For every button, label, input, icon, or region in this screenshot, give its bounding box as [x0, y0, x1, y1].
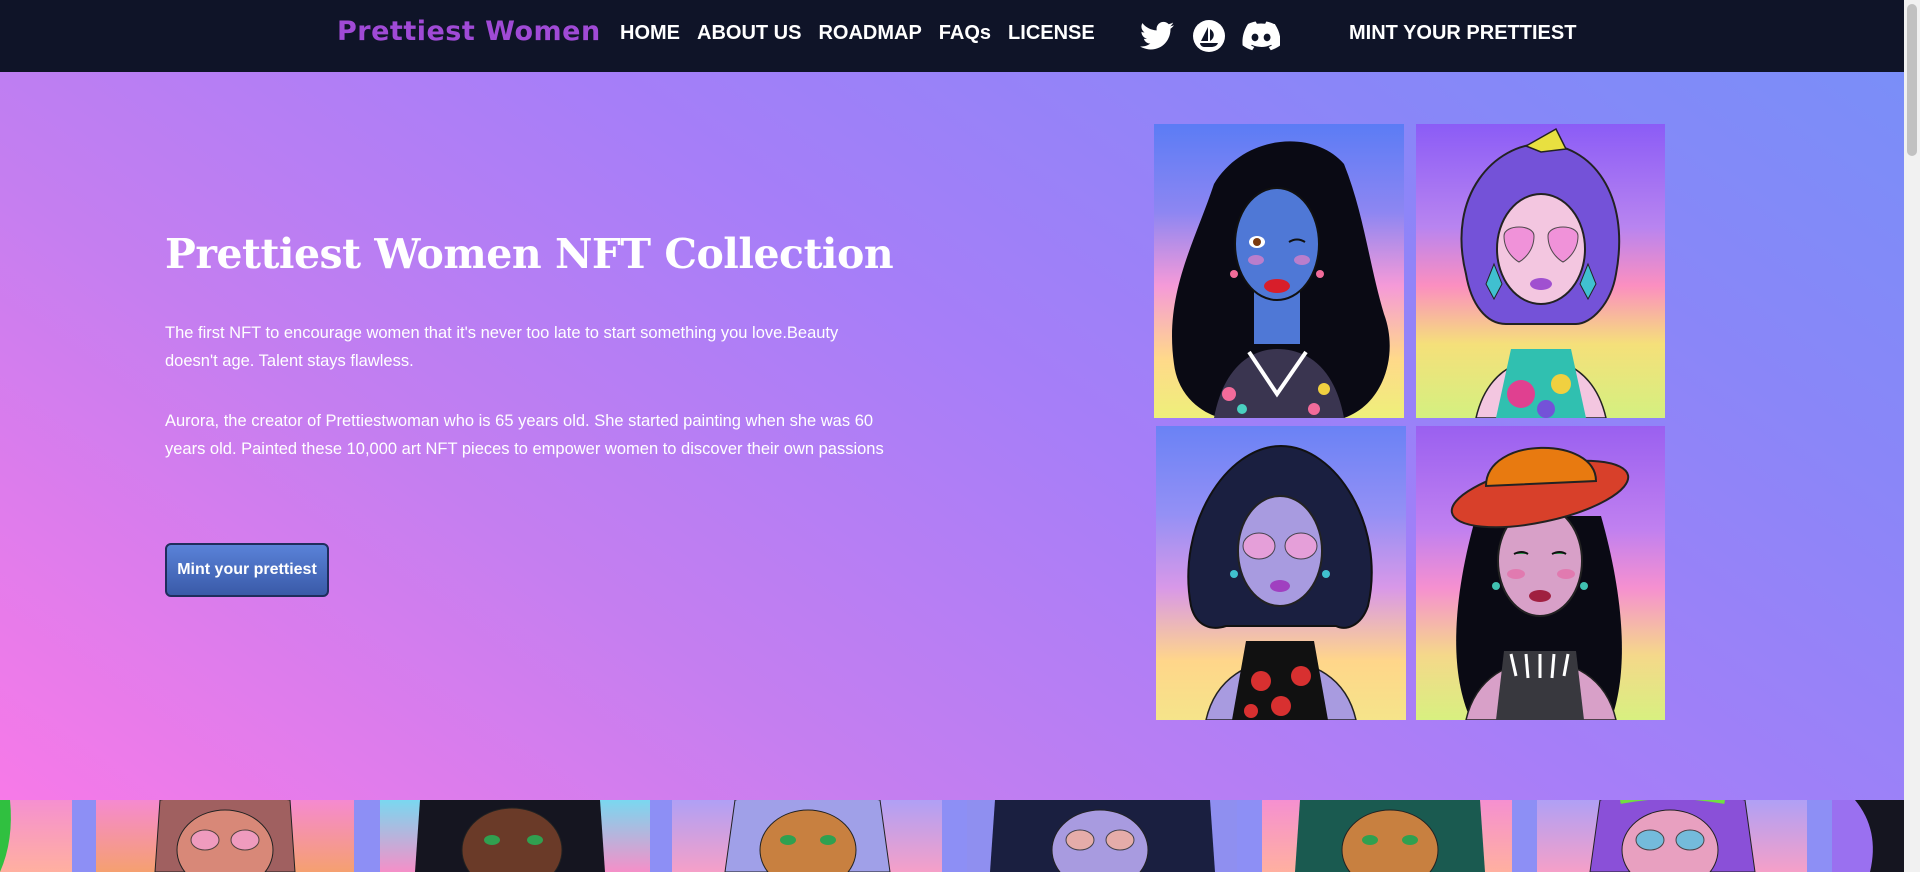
- hero-intro-text: The first NFT to encourage women that it…: [165, 324, 839, 370]
- social-links: [1138, 17, 1280, 55]
- top-nav: Prettiest Women HOME ABOUT US ROADMAP FA…: [0, 0, 1904, 72]
- opensea-icon[interactable]: [1190, 17, 1228, 55]
- nft-preview-grid: [1154, 124, 1666, 720]
- scrollbar-thumb[interactable]: [1907, 4, 1917, 156]
- nav-link-faqs[interactable]: FAQs: [939, 22, 991, 45]
- mint-your-prettiest-button[interactable]: Mint your prettiest: [165, 543, 329, 597]
- hero-section: Prettiest Women NFT Collection The first…: [0, 72, 1904, 800]
- twitter-icon[interactable]: [1138, 17, 1176, 55]
- nft-portrait-2: [1416, 124, 1665, 418]
- nav-link-about-us[interactable]: ABOUT US: [697, 22, 801, 45]
- site-logo[interactable]: Prettiest Women: [337, 16, 601, 47]
- carousel-thumbnails: [0, 800, 1904, 872]
- nav-link-roadmap[interactable]: ROADMAP: [818, 22, 921, 45]
- main-menu: HOME ABOUT US ROADMAP FAQs LICENSE: [620, 22, 1112, 45]
- discord-icon[interactable]: [1242, 17, 1280, 55]
- nav-link-home[interactable]: HOME: [620, 22, 680, 45]
- nft-portrait-1: [1154, 124, 1404, 418]
- nft-portrait-4: [1416, 426, 1665, 720]
- nft-portrait-3: [1156, 426, 1406, 720]
- hero-creator-text: Aurora, the creator of Prettiestwoman wh…: [165, 412, 884, 458]
- nav-link-license[interactable]: LICENSE: [1008, 22, 1095, 45]
- hero-title: Prettiest Women NFT Collection: [165, 230, 894, 278]
- mint-your-prettiest-nav-button[interactable]: MINT YOUR PRETTIEST: [1349, 22, 1576, 45]
- nft-carousel-strip: [0, 800, 1904, 872]
- page-scrollbar[interactable]: [1904, 0, 1920, 872]
